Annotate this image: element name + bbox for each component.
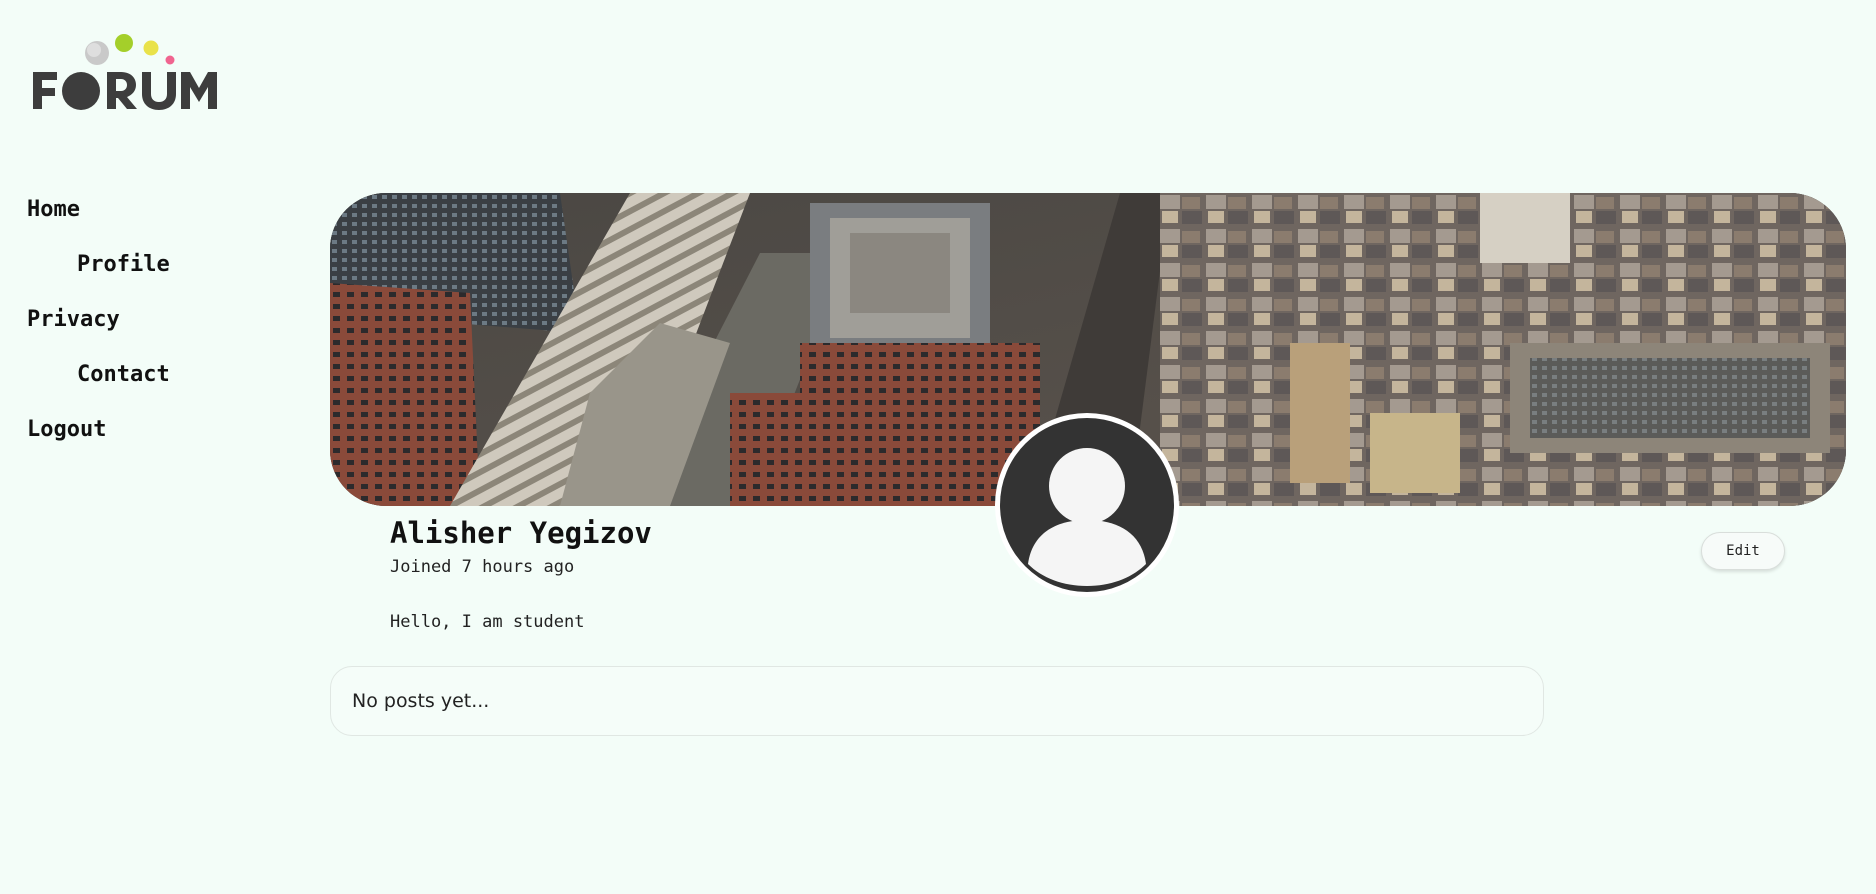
forum-logo-icon — [33, 34, 217, 110]
nav-profile[interactable]: Profile — [27, 248, 277, 303]
joined-date: Joined 7 hours ago — [390, 557, 575, 577]
nav-contact[interactable]: Contact — [27, 358, 277, 413]
profile-bio: Hello, I am student — [390, 612, 585, 632]
user-avatar-icon — [1000, 418, 1174, 592]
nav-privacy[interactable]: Privacy — [27, 303, 277, 358]
nav-home[interactable]: Home — [27, 193, 277, 248]
edit-profile-button[interactable]: Edit — [1701, 532, 1785, 570]
forum-logo[interactable] — [31, 30, 231, 120]
no-posts-message: No posts yet... — [352, 690, 490, 712]
sidebar-nav: Home Profile Privacy Contact Logout — [27, 193, 277, 468]
nav-logout[interactable]: Logout — [27, 413, 277, 468]
posts-section: No posts yet... — [330, 666, 1544, 736]
profile-avatar[interactable] — [995, 413, 1179, 597]
profile-name: Alisher Yegizov — [390, 516, 652, 550]
